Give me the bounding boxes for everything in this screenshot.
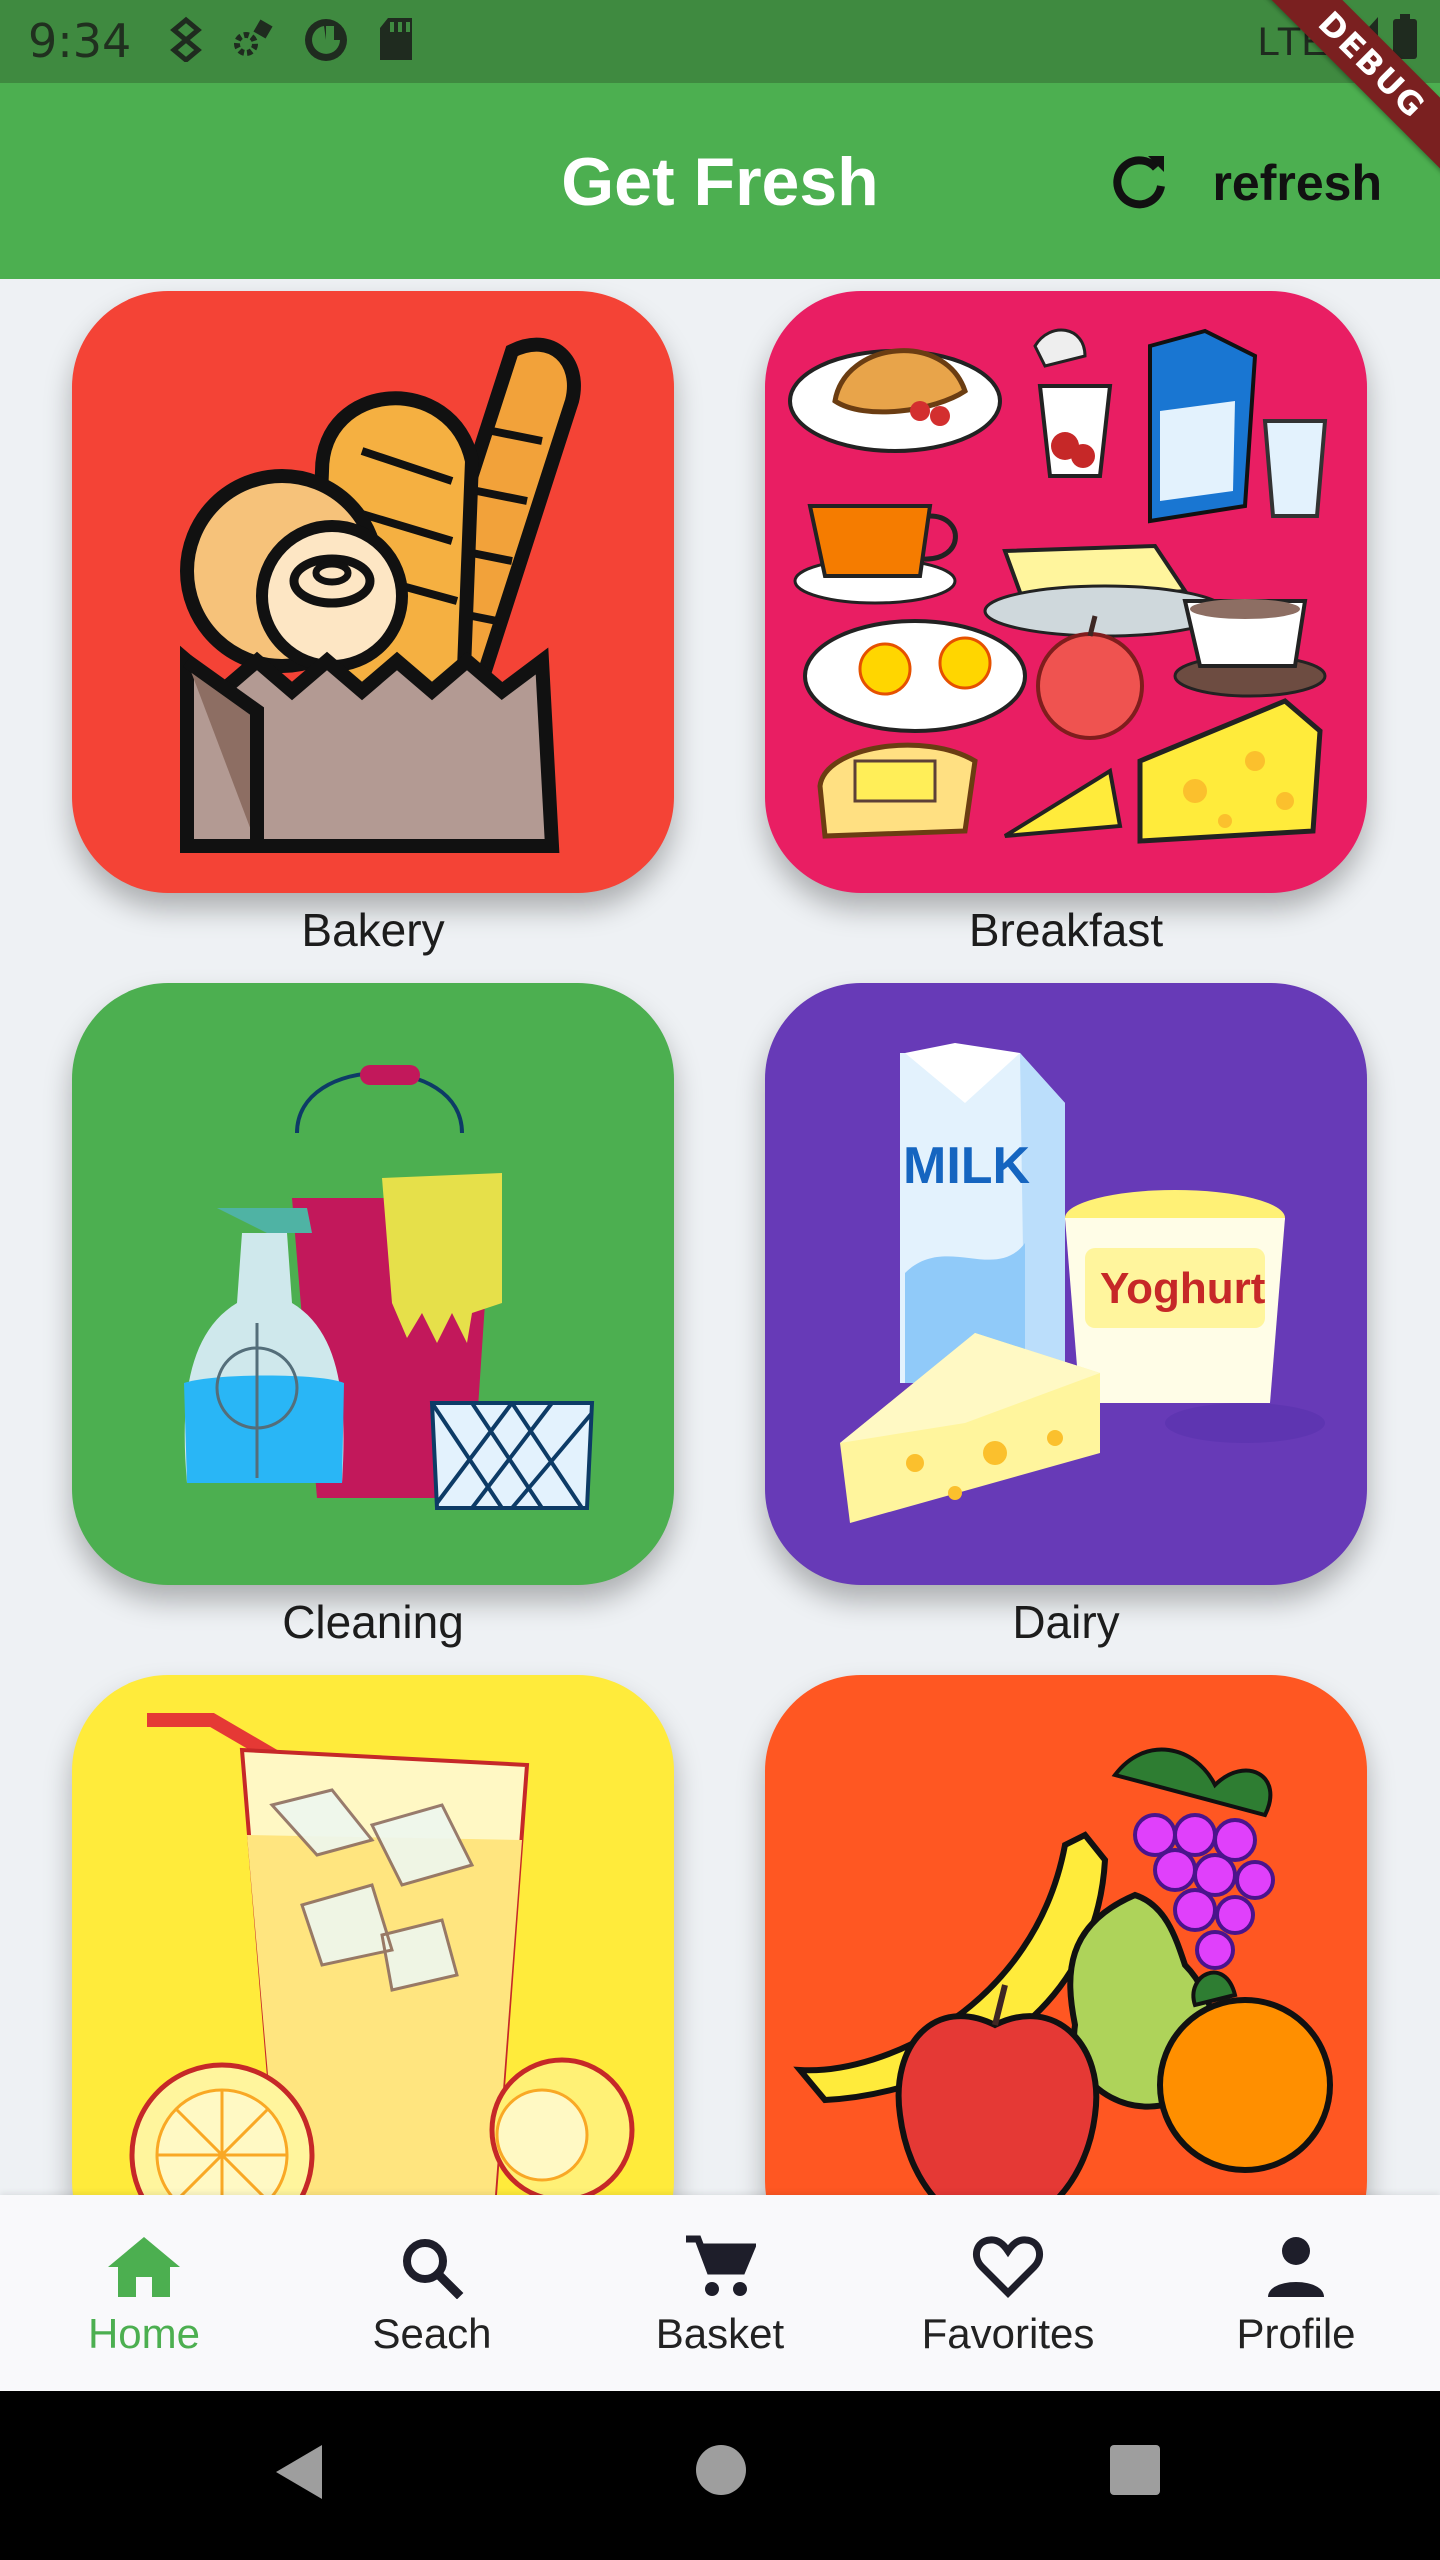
status-time: 9:34 — [28, 14, 132, 68]
search-icon — [397, 2235, 467, 2304]
refresh-label: refresh — [1212, 155, 1382, 211]
system-navigation-bar — [0, 2391, 1440, 2560]
dairy-image: MILK Yoghurt — [840, 1043, 1325, 1523]
nav-item-search[interactable]: Seach — [288, 2195, 576, 2391]
category-tile-breakfast[interactable]: Breakfast — [765, 291, 1367, 957]
category-label: Breakfast — [968, 904, 1164, 956]
breakfast-image — [788, 328, 1328, 844]
sd-card-icon — [376, 16, 416, 69]
fruit-image — [793, 1747, 1333, 2195]
bottom-navigation: Home Seach Basket Favorites Profile — [0, 2195, 1440, 2391]
person-icon — [1264, 2235, 1328, 2304]
nav-item-basket[interactable]: Basket — [576, 2195, 864, 2391]
yoghurt-text: Yoghurt — [1100, 1264, 1266, 1313]
notification-icon — [168, 16, 204, 69]
category-card — [72, 291, 674, 893]
cleaning-image — [184, 1065, 595, 1510]
heart-icon — [972, 2235, 1044, 2304]
nav-label: Profile — [1236, 2310, 1356, 2357]
category-card — [765, 1675, 1367, 2195]
status-bar: 9:34 LTE — [0, 0, 1440, 83]
app-bar: Get Fresh refresh — [0, 83, 1440, 279]
category-tile-dairy[interactable]: MILK Yoghurt Dairy — [765, 983, 1367, 1649]
recents-icon[interactable] — [1108, 2443, 1162, 2502]
category-tile-fruit[interactable] — [765, 1675, 1367, 2195]
category-label: Bakery — [301, 904, 445, 956]
drinks-image — [129, 1713, 635, 2195]
category-tile-drinks[interactable] — [72, 1675, 674, 2195]
nav-item-home[interactable]: Home — [0, 2195, 288, 2391]
category-label: Cleaning — [282, 1596, 464, 1648]
home-icon — [106, 2235, 182, 2304]
cart-icon — [684, 2235, 758, 2304]
nav-label: Seach — [372, 2310, 492, 2357]
category-card — [72, 983, 674, 1585]
nav-item-favorites[interactable]: Favorites — [864, 2195, 1152, 2391]
bakery-image — [180, 337, 581, 853]
category-label: Dairy — [1012, 1596, 1120, 1648]
milk-text: MILK — [903, 1137, 1031, 1195]
category-grid: Bakery Breakfast Cleaning MILK Yoghurt D… — [0, 279, 1440, 2195]
nav-item-profile[interactable]: Profile — [1152, 2195, 1440, 2391]
settings-sync-icon — [230, 16, 276, 69]
nav-label: Favorites — [921, 2310, 1095, 2357]
category-tile-cleaning[interactable]: Cleaning — [72, 983, 674, 1649]
screen: 9:34 LTE DEBUG Get Fresh refresh Bakery … — [0, 0, 1440, 2560]
nav-label: Basket — [655, 2310, 785, 2357]
back-icon[interactable] — [270, 2441, 326, 2508]
refresh-icon — [1106, 148, 1172, 219]
home-circle-icon[interactable] — [694, 2443, 748, 2502]
category-card — [72, 1675, 674, 2195]
data-saver-icon — [302, 16, 350, 69]
refresh-button[interactable]: refresh — [1106, 143, 1382, 223]
category-card: MILK Yoghurt — [765, 983, 1367, 1585]
nav-label: Home — [87, 2310, 201, 2357]
status-notification-icons — [168, 16, 416, 69]
category-card — [765, 291, 1367, 893]
category-tile-bakery[interactable]: Bakery — [72, 291, 674, 957]
